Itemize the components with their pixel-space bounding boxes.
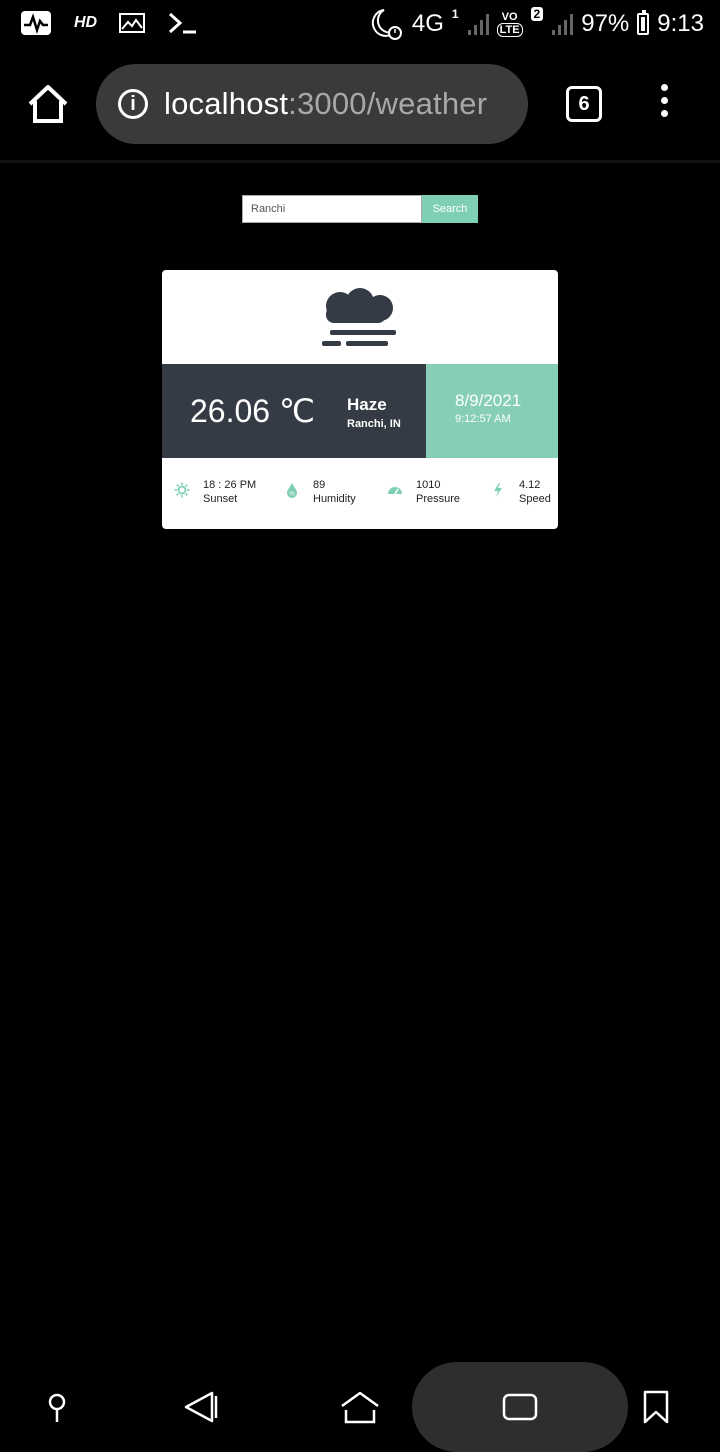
battery-icon: [637, 10, 650, 35]
browser-toolbar: i localhost:3000/weather 6: [0, 48, 720, 163]
url-host: localhost: [164, 86, 289, 121]
time: 9:12:57 AM: [455, 413, 511, 425]
tabs-icon[interactable]: 6: [566, 86, 602, 122]
humidity-value: 89: [313, 479, 326, 491]
status-bar: HD 4G 1 VO LTE 2 97% 9:13: [0, 0, 720, 48]
terminal-icon: [169, 12, 197, 34]
volte-indicator: VO LTE: [496, 11, 523, 37]
volte-bottom: LTE: [496, 23, 523, 37]
battery-percent: 97%: [581, 10, 630, 37]
humidity-icon: %: [287, 483, 297, 498]
pin-icon[interactable]: [46, 1392, 68, 1424]
location: Ranchi, IN: [347, 418, 401, 430]
menu-icon[interactable]: [654, 84, 674, 124]
activity-icon: [21, 11, 51, 35]
wind-speed-icon: [494, 483, 502, 497]
search-form: Search: [242, 195, 478, 223]
weather-stats: 18 : 26 PM Sunset % 89 Humidity 1010 Pre…: [162, 458, 558, 529]
sim2-label: 2: [530, 7, 544, 21]
gallery-icon: [119, 13, 146, 33]
signal-icon: [467, 14, 489, 35]
svg-text:%: %: [289, 492, 295, 498]
status-right: 4G 1 VO LTE 2 97% 9:13: [368, 6, 704, 42]
network-type: 4G: [411, 10, 444, 37]
stat-wind-speed: 4.12 Speed: [490, 478, 551, 506]
temperature-panel: 26.06 ℃ Haze Ranchi, IN: [162, 364, 426, 458]
hd-icon: HD: [74, 14, 98, 31]
weather-icon-area: [162, 270, 558, 364]
stat-sunset: 18 : 26 PM Sunset: [174, 478, 256, 506]
sim1-label: 1: [451, 7, 459, 21]
home-nav-icon[interactable]: [340, 1390, 380, 1424]
temperature: 26.06 ℃: [190, 393, 315, 429]
signal-2-icon: [552, 14, 574, 35]
bookmark-icon[interactable]: [643, 1390, 669, 1424]
volte-top: VO: [501, 11, 518, 23]
date: 8/9/2021: [455, 391, 522, 410]
sunset-icon: [174, 482, 190, 498]
clock: 9:13: [657, 10, 704, 37]
search-button[interactable]: Search: [422, 195, 478, 223]
home-icon[interactable]: [26, 84, 70, 124]
sunset-label: Sunset: [203, 493, 238, 505]
status-left: HD: [20, 10, 197, 36]
pressure-value: 1010: [416, 479, 441, 491]
date-panel: 8/9/2021 9:12:57 AM: [426, 364, 558, 458]
search-input[interactable]: [242, 195, 422, 223]
haze-icon: [322, 288, 396, 346]
humidity-label: Humidity: [313, 493, 356, 505]
info-icon[interactable]: i: [118, 89, 148, 119]
pressure-label: Pressure: [416, 493, 461, 505]
pressure-icon: [388, 487, 402, 495]
recents-icon[interactable]: [502, 1392, 538, 1422]
sunset-value: 18 : 26 PM: [203, 479, 257, 491]
stat-pressure: 1010 Pressure: [387, 478, 460, 506]
back-icon[interactable]: [184, 1390, 218, 1424]
speed-value: 4.12: [519, 479, 541, 491]
tab-count: 6: [578, 92, 590, 115]
moon-alarm-icon: [371, 9, 402, 40]
weather-card: 26.06 ℃ Haze Ranchi, IN 8/9/2021 9:12:57…: [162, 270, 558, 529]
address-bar[interactable]: i localhost:3000/weather: [96, 64, 528, 144]
weather-condition: Haze: [347, 395, 387, 414]
navigation-bar: [0, 1362, 720, 1452]
url-path: :3000/weather: [288, 86, 488, 121]
speed-label: Speed: [519, 493, 551, 505]
stat-humidity: % 89 Humidity: [284, 478, 356, 506]
weather-main-row: 26.06 ℃ Haze Ranchi, IN 8/9/2021 9:12:57…: [162, 364, 558, 458]
url-text[interactable]: localhost:3000/weather: [164, 86, 487, 122]
